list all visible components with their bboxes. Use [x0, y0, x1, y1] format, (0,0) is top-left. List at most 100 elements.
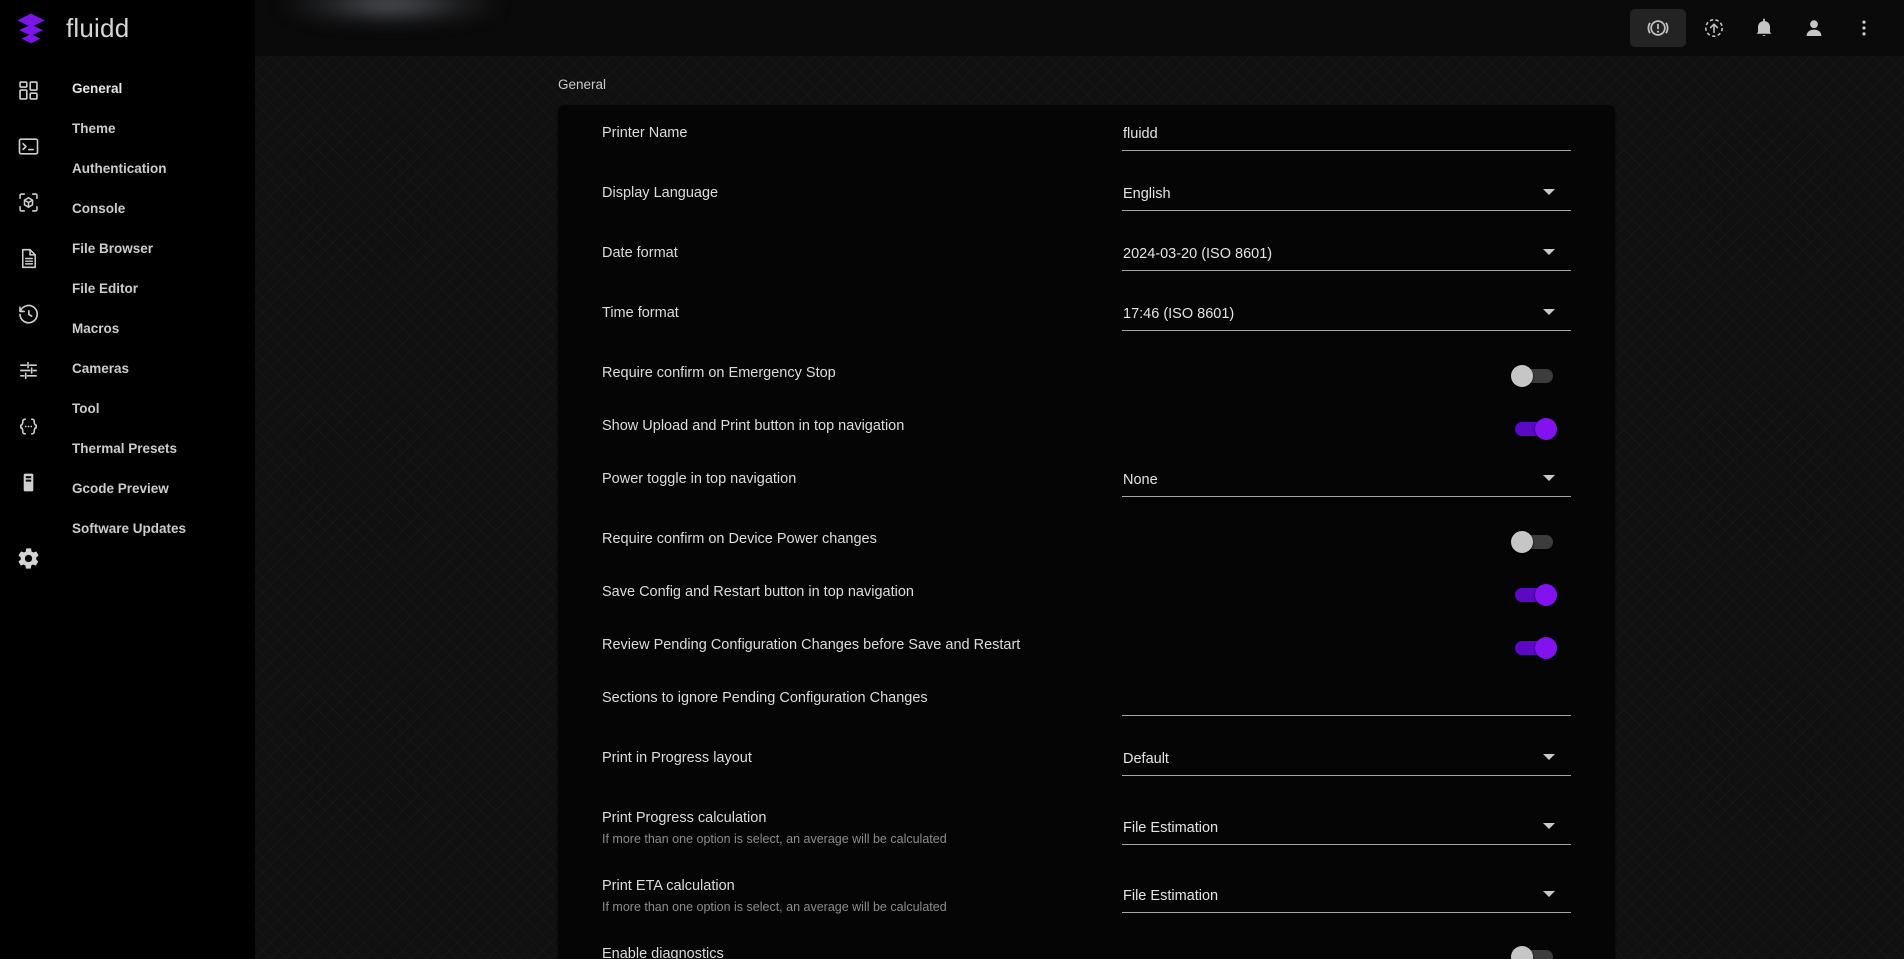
redacted-overlay [283, 0, 498, 22]
require-confirm-device-power-toggle[interactable] [1511, 531, 1557, 553]
setting-row-printer-name: Printer Name fluidd [558, 105, 1615, 165]
setting-label-wrap: Show Upload and Print button in top navi… [602, 398, 1122, 436]
print-in-progress-layout-select[interactable]: Default [1122, 744, 1571, 776]
show-upload-print-button-toggle[interactable] [1511, 418, 1557, 440]
sidebar-item-cameras[interactable]: Cameras [56, 348, 255, 388]
setting-label-wrap: Print Progress calculation If more than … [602, 790, 1122, 848]
server-printer-icon [23, 473, 33, 491]
enable-diagnostics-toggle[interactable] [1511, 946, 1557, 959]
sidebar-item-file-browser[interactable]: File Browser [56, 228, 255, 268]
rail-settings[interactable] [0, 538, 56, 578]
setting-control [1122, 670, 1571, 716]
print-eta-calculation-select[interactable]: File Estimation [1122, 881, 1571, 913]
setting-control: English [1122, 165, 1571, 211]
setting-control [1122, 345, 1571, 387]
setting-control [1122, 617, 1571, 659]
sidebar-item-software-updates[interactable]: Software Updates [56, 508, 255, 548]
setting-label-wrap: Review Pending Configuration Changes bef… [602, 617, 1122, 655]
setting-hint: If more than one option is select, an av… [602, 900, 947, 914]
setting-control: fluidd [1122, 105, 1571, 151]
sections-to-ignore-field[interactable] [1122, 684, 1571, 716]
rail-console[interactable] [0, 126, 56, 166]
toggle-knob [1511, 946, 1533, 959]
sidebar-item-general[interactable]: General [56, 68, 255, 108]
setting-label-wrap: Printer Name [602, 105, 1122, 143]
sidebar-item-console[interactable]: Console [56, 188, 255, 228]
setting-label: Power toggle in top navigation [602, 471, 797, 487]
power-toggle-select[interactable]: None [1122, 465, 1571, 497]
sidebar-item-theme[interactable]: Theme [56, 108, 255, 148]
toggle-knob [1535, 637, 1557, 659]
rail-dashboard[interactable] [0, 70, 56, 110]
general-settings-card: Printer Name fluidd Display Language Eng… [558, 105, 1615, 959]
rail-system[interactable] [0, 462, 56, 502]
sidebar-item-file-editor[interactable]: File Editor [56, 268, 255, 308]
icon-rail [0, 56, 56, 959]
setting-row-print-eta-calculation: Print ETA calculation If more than one o… [558, 858, 1615, 926]
setting-label: Print in Progress layout [602, 750, 752, 766]
toggle-knob [1535, 418, 1557, 440]
printer-name-field[interactable]: fluidd [1122, 119, 1571, 151]
setting-control: 17:46 (ISO 8601) [1122, 285, 1571, 331]
sidebar-item-thermal-presets[interactable]: Thermal Presets [56, 428, 255, 468]
toggle-holder [1122, 525, 1571, 553]
setting-row-save-config-restart: Save Config and Restart button in top na… [558, 564, 1615, 617]
setting-label: Printer Name [602, 125, 688, 141]
date-format-select[interactable]: 2024-03-20 (ISO 8601) [1122, 239, 1571, 271]
require-confirm-emergency-stop-toggle[interactable] [1511, 365, 1557, 387]
sidebar-item-macros[interactable]: Macros [56, 308, 255, 348]
setting-label-wrap: Power toggle in top navigation [602, 451, 1122, 489]
setting-label-wrap: Enable diagnostics [602, 926, 1122, 959]
chevron-down-icon [1543, 309, 1555, 315]
setting-row-date-format: Date format 2024-03-20 (ISO 8601) [558, 225, 1615, 285]
sidebar-item-label: Thermal Presets [72, 440, 178, 456]
setting-control [1122, 398, 1571, 440]
gear-icon [18, 547, 38, 569]
topbar-actions [1630, 9, 1904, 47]
setting-hint: If more than one option is select, an av… [602, 832, 947, 846]
overflow-menu-button[interactable] [1842, 9, 1886, 47]
toggle-holder [1122, 631, 1571, 659]
setting-label: Save Config and Restart button in top na… [602, 584, 914, 600]
review-pending-config-changes-toggle[interactable] [1511, 637, 1557, 659]
emergency-stop-button[interactable] [1630, 9, 1686, 47]
sidebar-item-label: Gcode Preview [72, 480, 169, 496]
rail-tune-3d[interactable] [0, 182, 56, 222]
sidebar-item-authentication[interactable]: Authentication [56, 148, 255, 188]
rail-tune[interactable] [0, 350, 56, 390]
sidebar-item-label: Software Updates [72, 520, 187, 536]
setting-label: Time format [602, 305, 679, 321]
setting-row-time-format: Time format 17:46 (ISO 8601) [558, 285, 1615, 345]
brand-area[interactable]: fluidd [0, 0, 255, 56]
file-list-icon [21, 248, 36, 268]
setting-control: 2024-03-20 (ISO 8601) [1122, 225, 1571, 271]
sidebar-item-label: File Browser [72, 240, 154, 256]
display-language-select[interactable]: English [1122, 179, 1571, 211]
emergency-stop-icon [1647, 20, 1669, 36]
setting-row-print-progress-calculation: Print Progress calculation If more than … [558, 790, 1615, 858]
time-format-select[interactable]: 17:46 (ISO 8601) [1122, 299, 1571, 331]
sidebar-item-label: Macros [72, 320, 120, 336]
rail-history[interactable] [0, 294, 56, 334]
setting-row-print-in-progress-layout: Print in Progress layout Default [558, 730, 1615, 790]
sidebar-item-gcode-preview[interactable]: Gcode Preview [56, 468, 255, 508]
setting-row-display-language: Display Language English [558, 165, 1615, 225]
rail-jobs[interactable] [0, 238, 56, 278]
setting-label: Show Upload and Print button in top navi… [602, 418, 905, 434]
save-config-restart-button-toggle[interactable] [1511, 584, 1557, 606]
toggle-knob [1511, 365, 1533, 387]
setting-row-require-confirm-device-power: Require confirm on Device Power changes [558, 511, 1615, 564]
fluidd-layers-logo-icon [17, 13, 45, 44]
rail-macros[interactable] [0, 406, 56, 446]
setting-label-wrap: Print ETA calculation If more than one o… [602, 858, 1122, 916]
sidebar-item-tool[interactable]: Tool [56, 388, 255, 428]
sidebar-item-label: Cameras [72, 360, 130, 376]
upload-and-print-button[interactable] [1692, 9, 1736, 47]
print-progress-calculation-select[interactable]: File Estimation [1122, 813, 1571, 845]
setting-control: Default [1122, 730, 1571, 776]
account-button[interactable] [1792, 9, 1836, 47]
notifications-button[interactable] [1742, 9, 1786, 47]
top-navigation-bar: fluidd [0, 0, 1904, 56]
page-title: General [558, 77, 607, 92]
setting-control [1122, 564, 1571, 606]
